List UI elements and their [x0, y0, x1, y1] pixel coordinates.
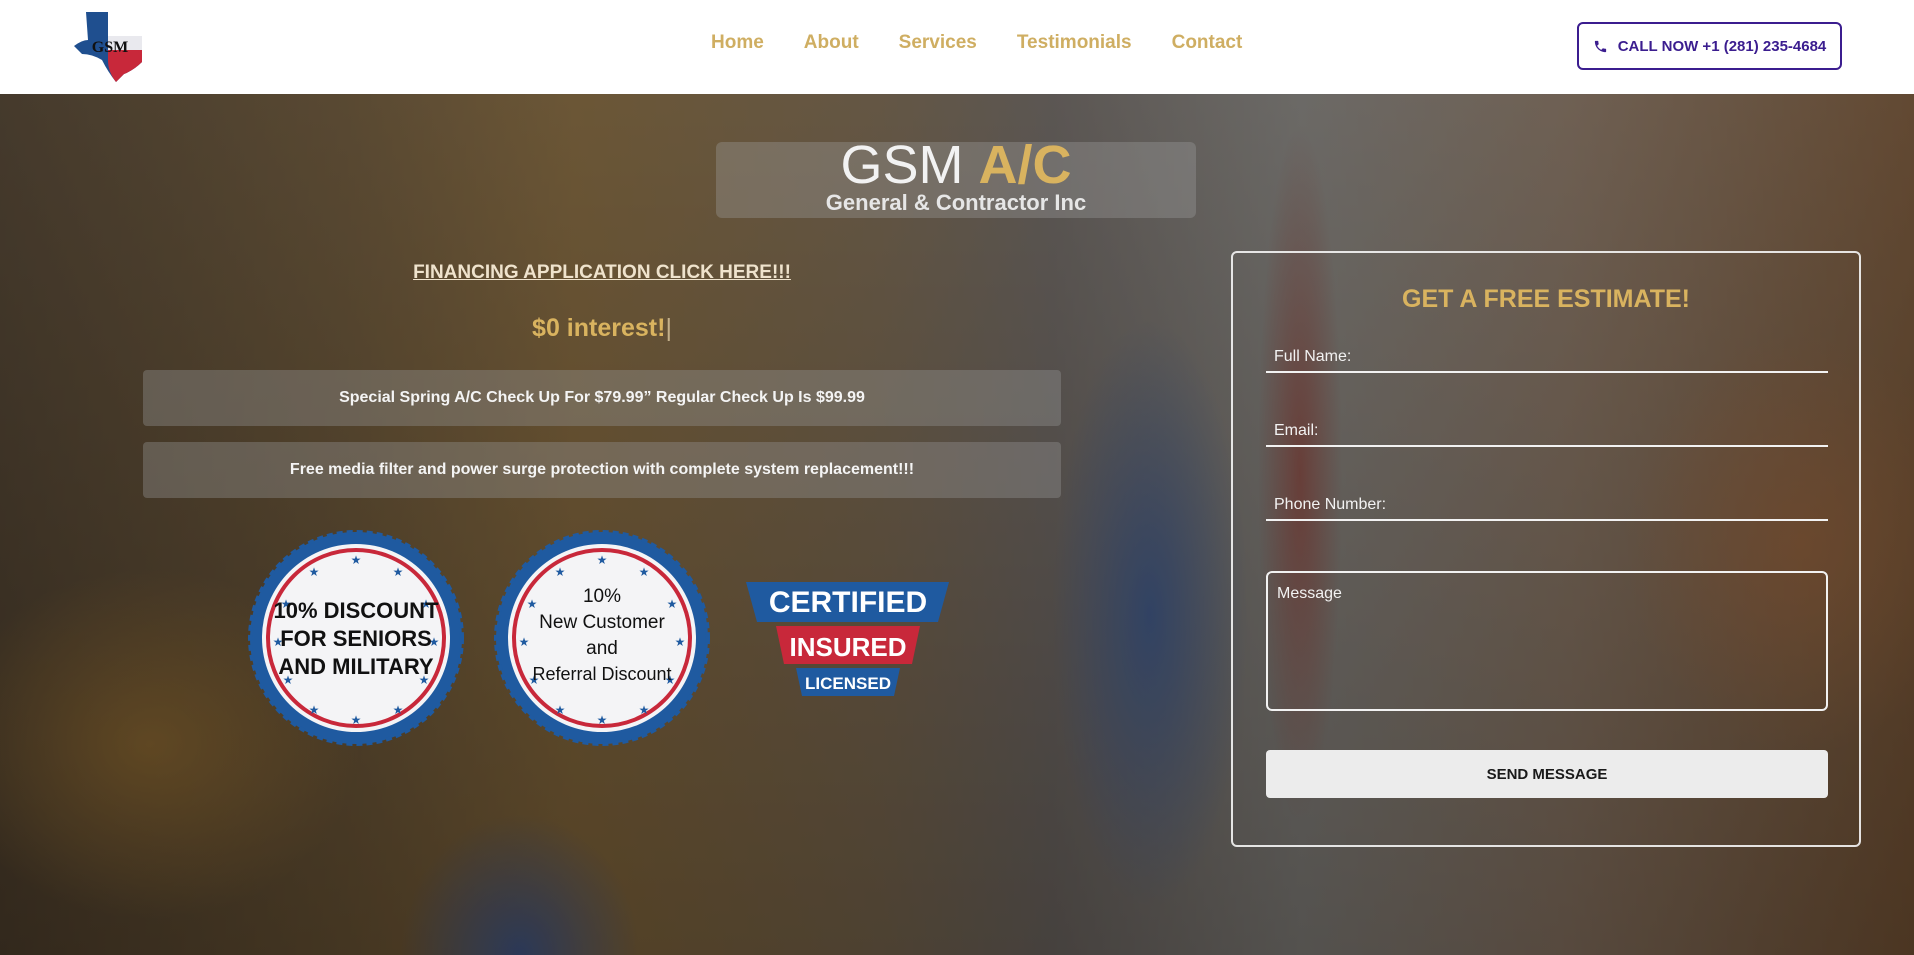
svg-text:★: ★ — [597, 553, 608, 567]
brand-title-white: GSM — [840, 135, 964, 195]
svg-text:GSM: GSM — [92, 39, 128, 56]
interest-text: $0 interest! — [532, 314, 666, 342]
phone-field[interactable] — [1266, 481, 1828, 521]
gsm-logo[interactable]: GSM — [72, 10, 148, 84]
seniors-military-discount-badge: ★★★★ ★★★★ ★★★★ 10% DISCOUNT FOR SENIORS … — [248, 530, 464, 746]
svg-text:New Customer: New Customer — [539, 612, 665, 633]
nav-contact[interactable]: Contact — [1172, 32, 1243, 54]
financing-link[interactable]: FINANCING APPLICATION CLICK HERE!!! — [302, 262, 902, 284]
nav-services[interactable]: Services — [899, 32, 977, 54]
estimate-form: GET A FREE ESTIMATE! SEND MESSAGE — [1231, 251, 1861, 847]
svg-text:INSURED: INSURED — [789, 632, 906, 662]
promo-filter-text: Free media filter and power surge protec… — [289, 461, 915, 478]
brand-title-gold: A/C — [978, 135, 1072, 195]
svg-text:AND MILITARY: AND MILITARY — [278, 654, 434, 679]
svg-text:★: ★ — [639, 565, 650, 579]
svg-text:★: ★ — [555, 703, 566, 717]
call-now-button[interactable]: CALL NOW +1 (281) 235-4684 — [1577, 22, 1842, 70]
nav-home[interactable]: Home — [711, 32, 764, 54]
svg-text:10%: 10% — [583, 586, 621, 607]
svg-text:★: ★ — [393, 565, 404, 579]
email-field[interactable] — [1266, 407, 1828, 447]
phone-icon — [1594, 40, 1606, 52]
promo-checkup-text: Special Spring A/C Check Up For $79.99” … — [339, 389, 865, 406]
svg-text:★: ★ — [667, 597, 678, 611]
svg-text:★: ★ — [555, 565, 566, 579]
svg-text:Referral Discount: Referral Discount — [532, 664, 671, 684]
svg-text:10% DISCOUNT: 10% DISCOUNT — [273, 598, 439, 623]
interest-headline: $0 interest!| — [302, 314, 902, 343]
svg-text:★: ★ — [597, 713, 608, 727]
new-customer-discount-badge: ★★★★ ★★★★ ★★★★ 10% New Customer and Refe… — [494, 530, 710, 746]
typing-caret: | — [665, 314, 672, 342]
svg-text:★: ★ — [309, 703, 320, 717]
svg-text:★: ★ — [309, 565, 320, 579]
call-now-label: CALL NOW +1 (281) 235-4684 — [1617, 37, 1827, 55]
estimate-form-title: GET A FREE ESTIMATE! — [1402, 285, 1690, 313]
hero-section: GSM A/C General & Contractor Inc FINANCI… — [0, 94, 1914, 955]
promo-filter: Free media filter and power surge protec… — [143, 442, 1061, 498]
svg-text:and: and — [586, 638, 618, 659]
promo-checkup: Special Spring A/C Check Up For $79.99” … — [143, 370, 1061, 426]
svg-text:FOR SENIORS: FOR SENIORS — [280, 626, 432, 651]
brand-subtitle: General & Contractor Inc — [825, 190, 1087, 215]
message-field[interactable] — [1266, 571, 1828, 711]
svg-text:★: ★ — [351, 713, 362, 727]
svg-text:★: ★ — [527, 597, 538, 611]
certified-insured-licensed-badge: CERTIFIED INSURED LICENSED — [746, 582, 949, 696]
svg-text:★: ★ — [351, 553, 362, 567]
svg-text:★: ★ — [519, 635, 530, 649]
svg-text:CERTIFIED: CERTIFIED — [769, 586, 927, 619]
svg-text:★: ★ — [639, 703, 650, 717]
svg-text:LICENSED: LICENSED — [805, 674, 891, 693]
brand-title: GSM A/C — [716, 135, 1196, 195]
nav-testimonials[interactable]: Testimonials — [1017, 32, 1132, 54]
svg-text:★: ★ — [393, 703, 404, 717]
send-message-button[interactable]: SEND MESSAGE — [1266, 750, 1828, 798]
full-name-field[interactable] — [1266, 333, 1828, 373]
site-header: GSM Home About Services Testimonials Con… — [0, 0, 1914, 94]
svg-text:★: ★ — [675, 635, 686, 649]
nav-about[interactable]: About — [804, 32, 859, 54]
